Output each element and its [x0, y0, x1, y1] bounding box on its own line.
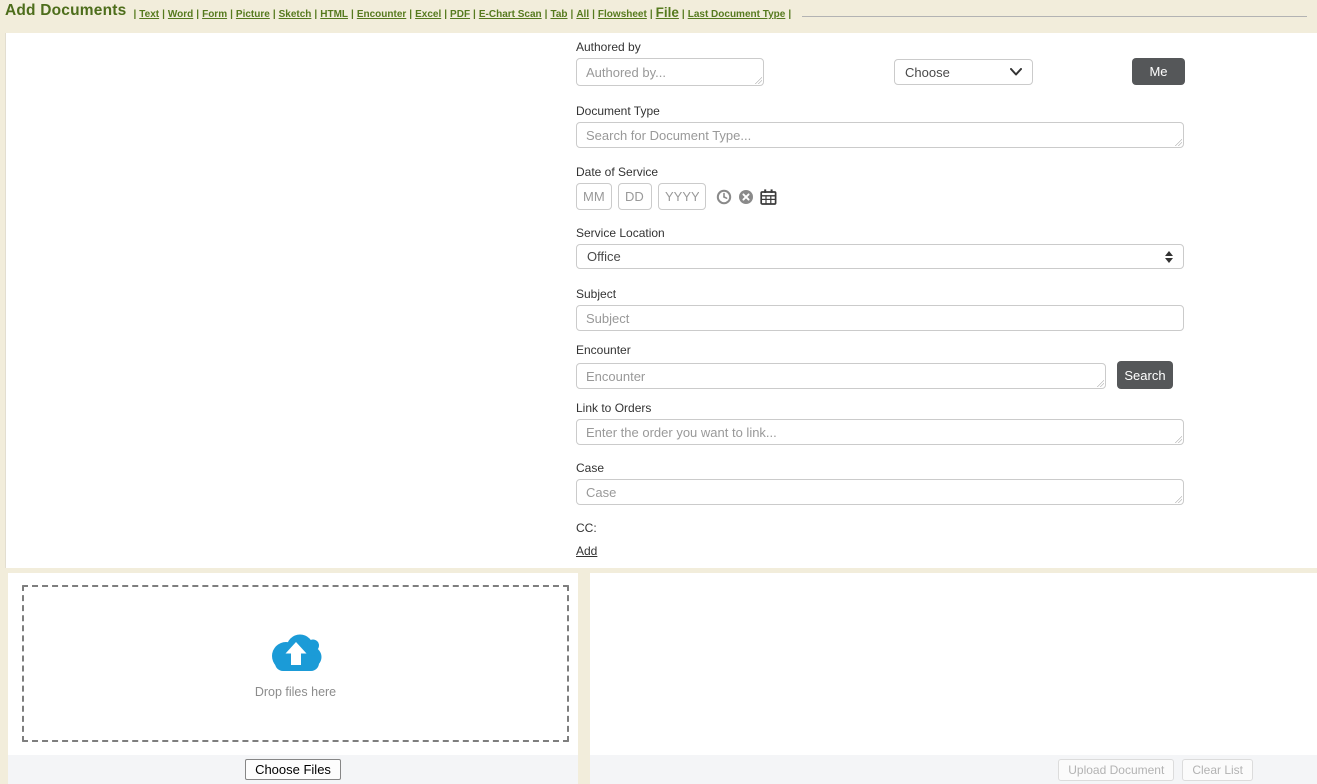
tab-separator: | — [273, 9, 276, 20]
clear-list-button[interactable]: Clear List — [1182, 759, 1253, 781]
tab-separator: | — [351, 9, 354, 20]
document-type-tab-strip: |Text|Word|Form|Picture|Sketch|HTML|Enco… — [130, 2, 1311, 20]
clear-date-icon[interactable] — [738, 189, 754, 205]
tab-link-word[interactable]: Word — [168, 9, 193, 20]
tab-link-sketch[interactable]: Sketch — [279, 9, 312, 20]
document-type-label: Document Type — [576, 104, 1184, 119]
tab-separator: | — [196, 9, 199, 20]
authored-by-group: Authored by Choose Me — [576, 40, 1184, 86]
tab-link-file[interactable]: File — [656, 5, 679, 20]
tab-separator: | — [650, 9, 653, 20]
tab-link-all[interactable]: All — [576, 9, 589, 20]
date-mm-input[interactable] — [576, 183, 612, 210]
tab-link-e-chart-scan[interactable]: E-Chart Scan — [479, 9, 542, 20]
choose-files-button[interactable]: Choose Files — [245, 759, 341, 780]
tab-link-excel[interactable]: Excel — [415, 9, 441, 20]
drop-files-text: Drop files here — [255, 685, 336, 699]
tab-separator: | — [571, 9, 574, 20]
date-dd-input[interactable] — [618, 183, 652, 210]
tab-separator: | — [409, 9, 412, 20]
tab-link-tab[interactable]: Tab — [550, 9, 567, 20]
cc-group: CC: Add — [576, 521, 1184, 560]
file-dropzone[interactable]: Drop files here — [22, 585, 569, 742]
cc-label: CC: — [576, 521, 1184, 536]
date-yyyy-input[interactable] — [658, 183, 706, 210]
upload-actions-bar: Upload Document Clear List — [590, 755, 1317, 784]
upload-document-button[interactable]: Upload Document — [1058, 759, 1174, 781]
date-icon-row — [716, 189, 783, 205]
tab-link-form[interactable]: Form — [202, 9, 227, 20]
date-of-service-group: Date of Service — [576, 165, 1184, 210]
cc-add-link[interactable]: Add — [576, 544, 597, 558]
authored-by-choose-select[interactable]: Choose — [894, 59, 1033, 85]
encounter-label: Encounter — [576, 343, 1184, 358]
tab-link-picture[interactable]: Picture — [236, 9, 270, 20]
tab-separator: | — [473, 9, 476, 20]
chevron-down-icon — [1010, 68, 1022, 76]
link-to-orders-group: Link to Orders — [576, 401, 1184, 445]
page-header: Add Documents |Text|Word|Form|Picture|Sk… — [0, 0, 1317, 33]
service-location-label: Service Location — [576, 226, 1184, 241]
tab-separator: | — [133, 9, 136, 20]
subject-label: Subject — [576, 287, 1184, 302]
tab-link-encounter[interactable]: Encounter — [357, 9, 406, 20]
tab-separator: | — [682, 9, 685, 20]
authored-by-label: Authored by — [576, 40, 1184, 55]
select-updown-icon — [1165, 251, 1173, 263]
me-button[interactable]: Me — [1132, 58, 1185, 85]
clock-icon[interactable] — [716, 189, 732, 205]
calendar-icon[interactable] — [760, 189, 777, 205]
service-location-value: Office — [587, 249, 621, 264]
authored-by-input[interactable] — [576, 58, 764, 86]
choose-select-value: Choose — [905, 65, 950, 80]
tab-link-flowsheet[interactable]: Flowsheet — [598, 9, 647, 20]
encounter-search-button[interactable]: Search — [1117, 361, 1173, 389]
authored-by-field-wrap — [576, 58, 764, 86]
subject-input[interactable] — [576, 305, 1184, 331]
file-drop-panel: Drop files here Choose Files — [8, 573, 578, 784]
tab-separator: | — [162, 9, 165, 20]
file-list-panel: Upload Document Clear List — [590, 573, 1317, 784]
page-title: Add Documents — [5, 2, 126, 20]
case-input[interactable] — [576, 479, 1184, 505]
case-group: Case — [576, 461, 1184, 505]
encounter-input[interactable] — [576, 363, 1106, 389]
tab-separator: | — [788, 9, 791, 20]
tab-link-pdf[interactable]: PDF — [450, 9, 470, 20]
tab-separator: | — [444, 9, 447, 20]
tab-link-text[interactable]: Text — [139, 9, 159, 20]
document-type-search-input[interactable] — [576, 122, 1184, 148]
tab-link-last-document-type[interactable]: Last Document Type — [688, 9, 786, 20]
choose-files-bar: Choose Files — [8, 755, 578, 784]
service-location-select[interactable]: Office — [576, 244, 1184, 269]
tab-separator: | — [230, 9, 233, 20]
tab-separator: | — [592, 9, 595, 20]
encounter-field-wrap — [576, 363, 1106, 389]
encounter-group: Encounter Search — [576, 343, 1184, 389]
document-type-group: Document Type — [576, 104, 1184, 148]
tab-separator: | — [314, 9, 317, 20]
add-document-panel: Authored by Choose Me Document Type — [5, 33, 1317, 568]
link-to-orders-input[interactable] — [576, 419, 1184, 445]
cloud-upload-icon — [265, 629, 327, 675]
subject-group: Subject — [576, 287, 1184, 331]
date-of-service-label: Date of Service — [576, 165, 1184, 180]
tab-link-html[interactable]: HTML — [320, 9, 348, 20]
header-divider-line — [802, 16, 1307, 17]
service-location-group: Service Location Office — [576, 226, 1184, 269]
tab-separator: | — [545, 9, 548, 20]
case-label: Case — [576, 461, 1184, 476]
link-to-orders-label: Link to Orders — [576, 401, 1184, 416]
